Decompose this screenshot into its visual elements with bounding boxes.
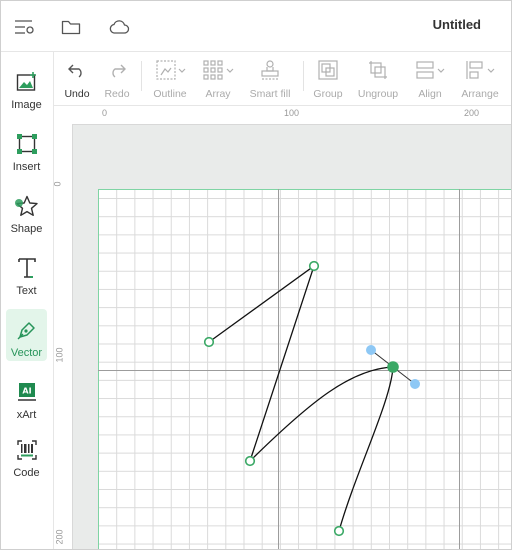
vector-path[interactable] (208, 264, 394, 532)
anchor-point[interactable] (203, 336, 215, 348)
anchor-point[interactable] (308, 260, 320, 272)
app-window: Untitled Image Insert Shape Text Vector … (0, 0, 512, 550)
anchor-point[interactable] (333, 525, 345, 537)
anchor-point-selected[interactable] (387, 361, 399, 373)
vector-drawing[interactable] (1, 1, 511, 549)
bezier-handle[interactable] (410, 379, 420, 389)
bezier-handle[interactable] (366, 345, 376, 355)
anchor-point[interactable] (244, 455, 256, 467)
